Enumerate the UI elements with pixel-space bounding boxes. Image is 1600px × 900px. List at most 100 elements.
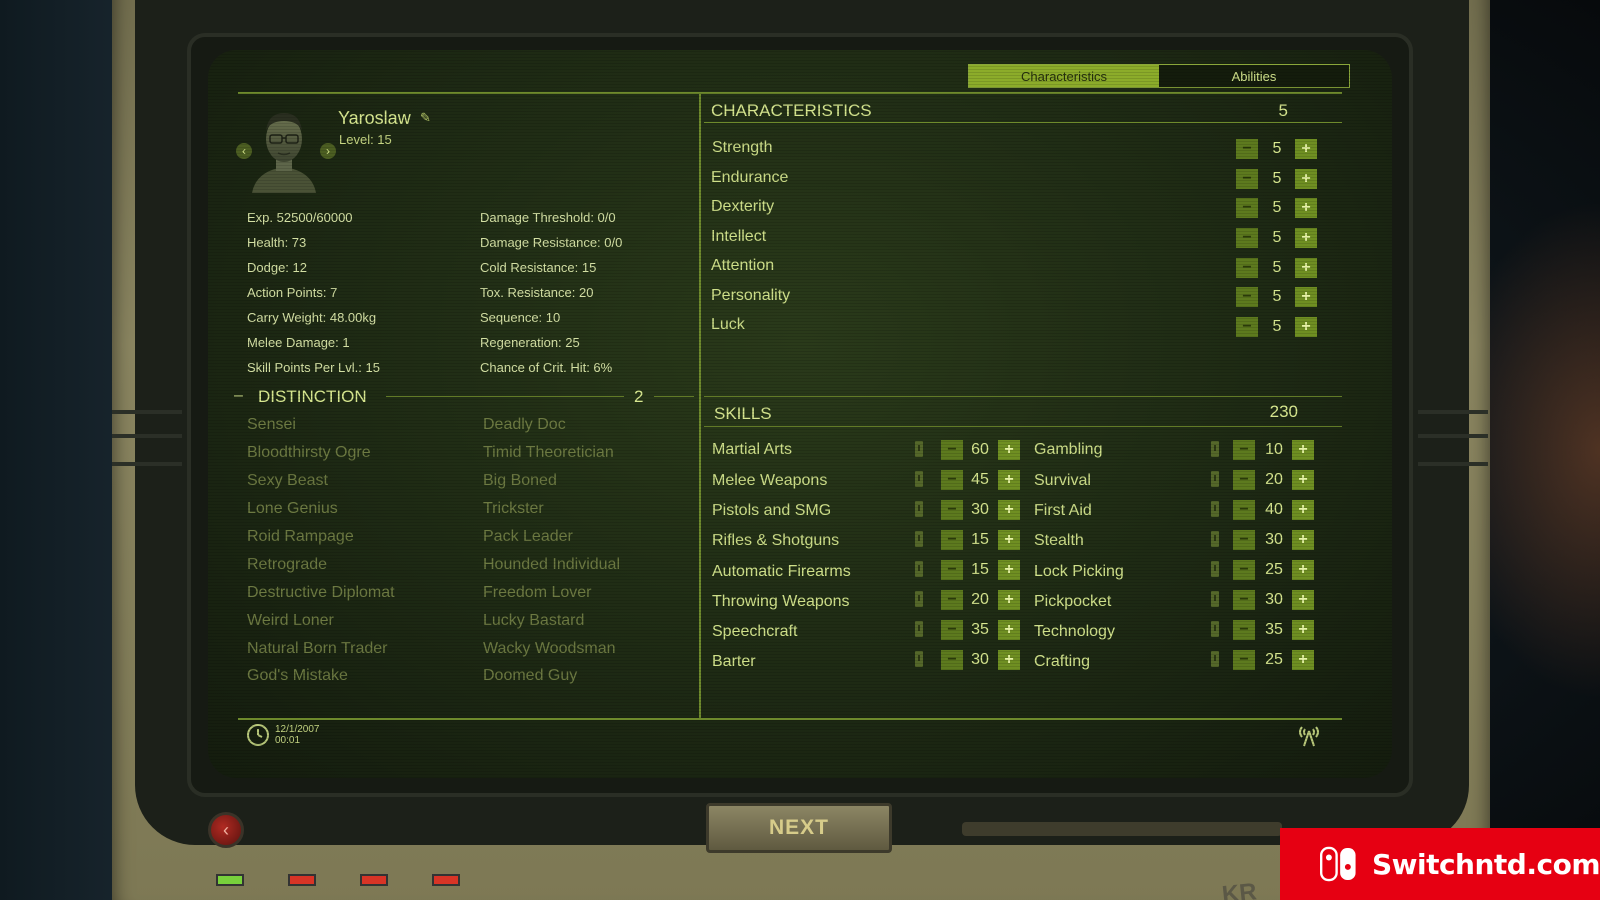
- lock-icon[interactable]: [915, 621, 923, 637]
- trait-item[interactable]: Lone Genius: [247, 500, 338, 518]
- decrease-button[interactable]: −: [1236, 258, 1258, 278]
- increase-button[interactable]: +: [1295, 258, 1317, 278]
- decrease-button[interactable]: −: [941, 530, 963, 550]
- decrease-button[interactable]: −: [1236, 317, 1258, 337]
- characteristics-title: CHARACTERISTICS: [711, 101, 872, 120]
- trait-item[interactable]: Retrograde: [247, 556, 327, 574]
- tab-abilities[interactable]: Abilities: [1159, 65, 1349, 87]
- increase-button[interactable]: +: [998, 500, 1020, 520]
- decrease-button[interactable]: −: [1236, 139, 1258, 159]
- trait-item[interactable]: Wacky Woodsman: [483, 640, 615, 658]
- trait-item[interactable]: Pack Leader: [483, 528, 573, 546]
- decrease-button[interactable]: −: [941, 620, 963, 640]
- lock-icon[interactable]: [1211, 621, 1219, 637]
- increase-button[interactable]: +: [998, 530, 1020, 550]
- trait-item[interactable]: Bloodthirsty Ogre: [247, 444, 371, 462]
- back-button[interactable]: ‹: [208, 812, 244, 848]
- decrease-button[interactable]: −: [941, 590, 963, 610]
- skill-label: Stealth: [1034, 532, 1084, 549]
- tab-characteristics[interactable]: Characteristics: [969, 65, 1159, 87]
- increase-button[interactable]: +: [1295, 287, 1317, 307]
- lock-icon[interactable]: [1211, 441, 1219, 457]
- decrease-button[interactable]: −: [1233, 530, 1255, 550]
- increase-button[interactable]: +: [1292, 440, 1314, 460]
- increase-button[interactable]: +: [1292, 650, 1314, 670]
- crt-screen: Characteristics Abilities ‹ › Yaroslaw ✎…: [208, 50, 1392, 778]
- trait-item[interactable]: Freedom Lover: [483, 584, 592, 602]
- lock-icon[interactable]: [915, 561, 923, 577]
- trait-item[interactable]: Roid Rampage: [247, 528, 354, 546]
- trait-item[interactable]: Deadly Doc: [483, 416, 566, 434]
- lock-icon[interactable]: [915, 471, 923, 487]
- lock-icon[interactable]: [915, 501, 923, 517]
- decrease-button[interactable]: −: [941, 440, 963, 460]
- decrease-button[interactable]: −: [1236, 287, 1258, 307]
- trait-item[interactable]: Sensei: [247, 416, 296, 434]
- decrease-button[interactable]: −: [1233, 620, 1255, 640]
- decrease-button[interactable]: −: [941, 470, 963, 490]
- decrease-button[interactable]: −: [941, 500, 963, 520]
- lock-icon[interactable]: [1211, 651, 1219, 667]
- increase-button[interactable]: +: [1295, 198, 1317, 218]
- distinction-collapse[interactable]: –: [234, 387, 243, 405]
- stat-crit-chance: Chance of Crit. Hit: 6%: [480, 360, 613, 375]
- trait-item[interactable]: Destructive Diplomat: [247, 584, 395, 602]
- increase-button[interactable]: +: [1292, 500, 1314, 520]
- lock-icon[interactable]: [1211, 591, 1219, 607]
- trait-item[interactable]: Timid Theoretician: [483, 444, 614, 462]
- lock-icon[interactable]: [915, 651, 923, 667]
- trait-item[interactable]: Weird Loner: [247, 612, 334, 630]
- decrease-button[interactable]: −: [1233, 500, 1255, 520]
- decrease-button[interactable]: −: [1233, 440, 1255, 460]
- lock-icon[interactable]: [1211, 471, 1219, 487]
- decrease-button[interactable]: −: [1233, 470, 1255, 490]
- attribute-label: Personality: [711, 287, 791, 304]
- trait-item[interactable]: Sexy Beast: [247, 472, 328, 490]
- next-button[interactable]: NEXT: [706, 803, 892, 853]
- increase-button[interactable]: +: [1292, 620, 1314, 640]
- increase-button[interactable]: +: [1292, 560, 1314, 580]
- increase-button[interactable]: +: [998, 560, 1020, 580]
- lock-icon[interactable]: [915, 441, 923, 457]
- pencil-icon[interactable]: ✎: [420, 110, 431, 126]
- trait-item[interactable]: God's Mistake: [247, 667, 348, 685]
- decrease-button[interactable]: −: [1236, 169, 1258, 189]
- trait-item[interactable]: Doomed Guy: [483, 667, 577, 685]
- increase-button[interactable]: +: [1292, 590, 1314, 610]
- lock-icon[interactable]: [1211, 531, 1219, 547]
- decrease-button[interactable]: −: [1236, 228, 1258, 248]
- clock-icon: [247, 724, 269, 746]
- next-portrait-button[interactable]: ›: [320, 143, 336, 159]
- characteristics-points: 5: [1278, 101, 1288, 120]
- increase-button[interactable]: +: [1295, 169, 1317, 189]
- status-led-green: [216, 874, 244, 886]
- decrease-button[interactable]: −: [1233, 650, 1255, 670]
- trait-item[interactable]: Trickster: [483, 500, 544, 518]
- increase-button[interactable]: +: [1292, 470, 1314, 490]
- increase-button[interactable]: +: [998, 590, 1020, 610]
- trait-item[interactable]: Hounded Individual: [483, 556, 620, 574]
- decrease-button[interactable]: −: [1233, 560, 1255, 580]
- increase-button[interactable]: +: [1295, 317, 1317, 337]
- trait-item[interactable]: Big Boned: [483, 472, 557, 490]
- decrease-button[interactable]: −: [941, 650, 963, 670]
- increase-button[interactable]: +: [998, 440, 1020, 460]
- trait-item[interactable]: Natural Born Trader: [247, 640, 388, 658]
- decrease-button[interactable]: −: [941, 560, 963, 580]
- trait-item[interactable]: Lucky Bastard: [483, 612, 584, 630]
- increase-button[interactable]: +: [1295, 228, 1317, 248]
- lock-icon[interactable]: [1211, 561, 1219, 577]
- character-name: Yaroslaw: [338, 108, 411, 128]
- decrease-button[interactable]: −: [1233, 590, 1255, 610]
- increase-button[interactable]: +: [998, 650, 1020, 670]
- skill-label: Rifles & Shotguns: [712, 532, 840, 549]
- increase-button[interactable]: +: [1295, 139, 1317, 159]
- lock-icon[interactable]: [1211, 501, 1219, 517]
- decrease-button[interactable]: −: [1236, 198, 1258, 218]
- lock-icon[interactable]: [915, 591, 923, 607]
- lock-icon[interactable]: [915, 531, 923, 547]
- increase-button[interactable]: +: [1292, 530, 1314, 550]
- increase-button[interactable]: +: [998, 620, 1020, 640]
- stat-cold-resistance: Cold Resistance: 15: [480, 260, 597, 275]
- increase-button[interactable]: +: [998, 470, 1020, 490]
